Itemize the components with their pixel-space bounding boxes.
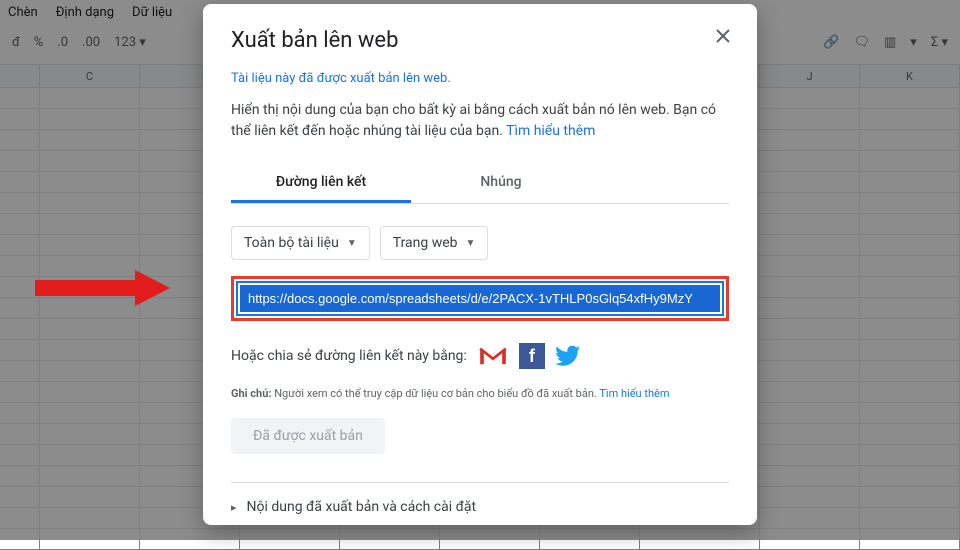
- chevron-right-icon: ▸: [231, 501, 237, 514]
- publish-to-web-dialog: Xuất bản lên web Tài liệu này đã được xu…: [203, 4, 757, 525]
- tab-link[interactable]: Đường liên kết: [231, 164, 411, 203]
- dialog-description-text: Hiển thị nội dung của bạn cho bất kỳ ai …: [231, 102, 716, 139]
- menu-insert[interactable]: Chèn: [8, 5, 38, 20]
- footnote: Ghi chú: Người xem có thể truy cập dữ li…: [231, 387, 729, 400]
- annotation-highlight-box: https://docs.google.com/spreadsheets/d/e…: [231, 276, 729, 321]
- dialog-title: Xuất bản lên web: [231, 28, 729, 53]
- chevron-down-icon: ▼: [466, 238, 476, 249]
- chevron-down-icon: ▼: [347, 238, 357, 249]
- footnote-text: Người xem có thể truy cập dữ liệu cơ bản…: [271, 387, 599, 400]
- footnote-label: Ghi chú:: [231, 387, 271, 400]
- dialog-description: Hiển thị nội dung của bạn cho bất kỳ ai …: [231, 100, 729, 142]
- functions-icon[interactable]: Σ ▾: [927, 35, 952, 50]
- row-header-corner: [0, 65, 40, 87]
- dialog-tabs: Đường liên kết Nhúng: [231, 164, 729, 204]
- dropdown-label: Trang web: [393, 235, 458, 251]
- facebook-icon[interactable]: f: [519, 343, 545, 369]
- insert-comment-icon[interactable]: 🗨: [849, 35, 874, 50]
- column-header[interactable]: J: [760, 65, 860, 87]
- close-icon: [716, 29, 730, 43]
- twitter-icon[interactable]: [555, 343, 581, 369]
- published-url-text[interactable]: https://docs.google.com/spreadsheets/d/e…: [240, 285, 720, 312]
- expand-label: Nội dung đã xuất bản và cách cài đặt: [247, 499, 477, 515]
- published-status-note: Tài liệu này đã được xuất bản lên web.: [231, 71, 729, 86]
- document-scope-dropdown[interactable]: Toàn bộ tài liệu ▼: [231, 226, 370, 260]
- currency-format-button[interactable]: đ: [8, 35, 24, 50]
- percent-format-button[interactable]: %: [30, 35, 48, 50]
- filter-icon[interactable]: ▾: [906, 35, 921, 50]
- decrease-decimal-button[interactable]: .0: [53, 35, 72, 50]
- close-button[interactable]: [711, 24, 735, 48]
- number-format-dropdown[interactable]: 123 ▾: [110, 35, 150, 50]
- menu-data[interactable]: Dữ liệu: [132, 5, 172, 20]
- published-url-field[interactable]: https://docs.google.com/spreadsheets/d/e…: [236, 281, 724, 316]
- published-content-settings-toggle[interactable]: ▸ Nội dung đã xuất bản và cách cài đặt: [231, 483, 729, 525]
- footnote-learn-more-link[interactable]: Tìm hiểu thêm: [599, 387, 669, 400]
- share-via-label: Hoặc chia sẻ đường liên kết này bằng:: [231, 348, 467, 364]
- learn-more-link[interactable]: Tìm hiểu thêm: [506, 123, 595, 139]
- format-dropdown[interactable]: Trang web ▼: [380, 226, 489, 260]
- gmail-icon[interactable]: [477, 343, 509, 369]
- insert-link-icon[interactable]: 🔗: [819, 35, 843, 50]
- published-button: Đã được xuất bản: [231, 418, 385, 454]
- column-header[interactable]: C: [40, 65, 140, 87]
- insert-chart-icon[interactable]: ▥: [880, 35, 900, 50]
- menu-format[interactable]: Định dạng: [56, 5, 114, 20]
- column-header[interactable]: K: [860, 65, 960, 87]
- tab-embed[interactable]: Nhúng: [411, 164, 591, 203]
- dropdown-label: Toàn bộ tài liệu: [244, 235, 339, 251]
- increase-decimal-button[interactable]: .00: [78, 35, 104, 50]
